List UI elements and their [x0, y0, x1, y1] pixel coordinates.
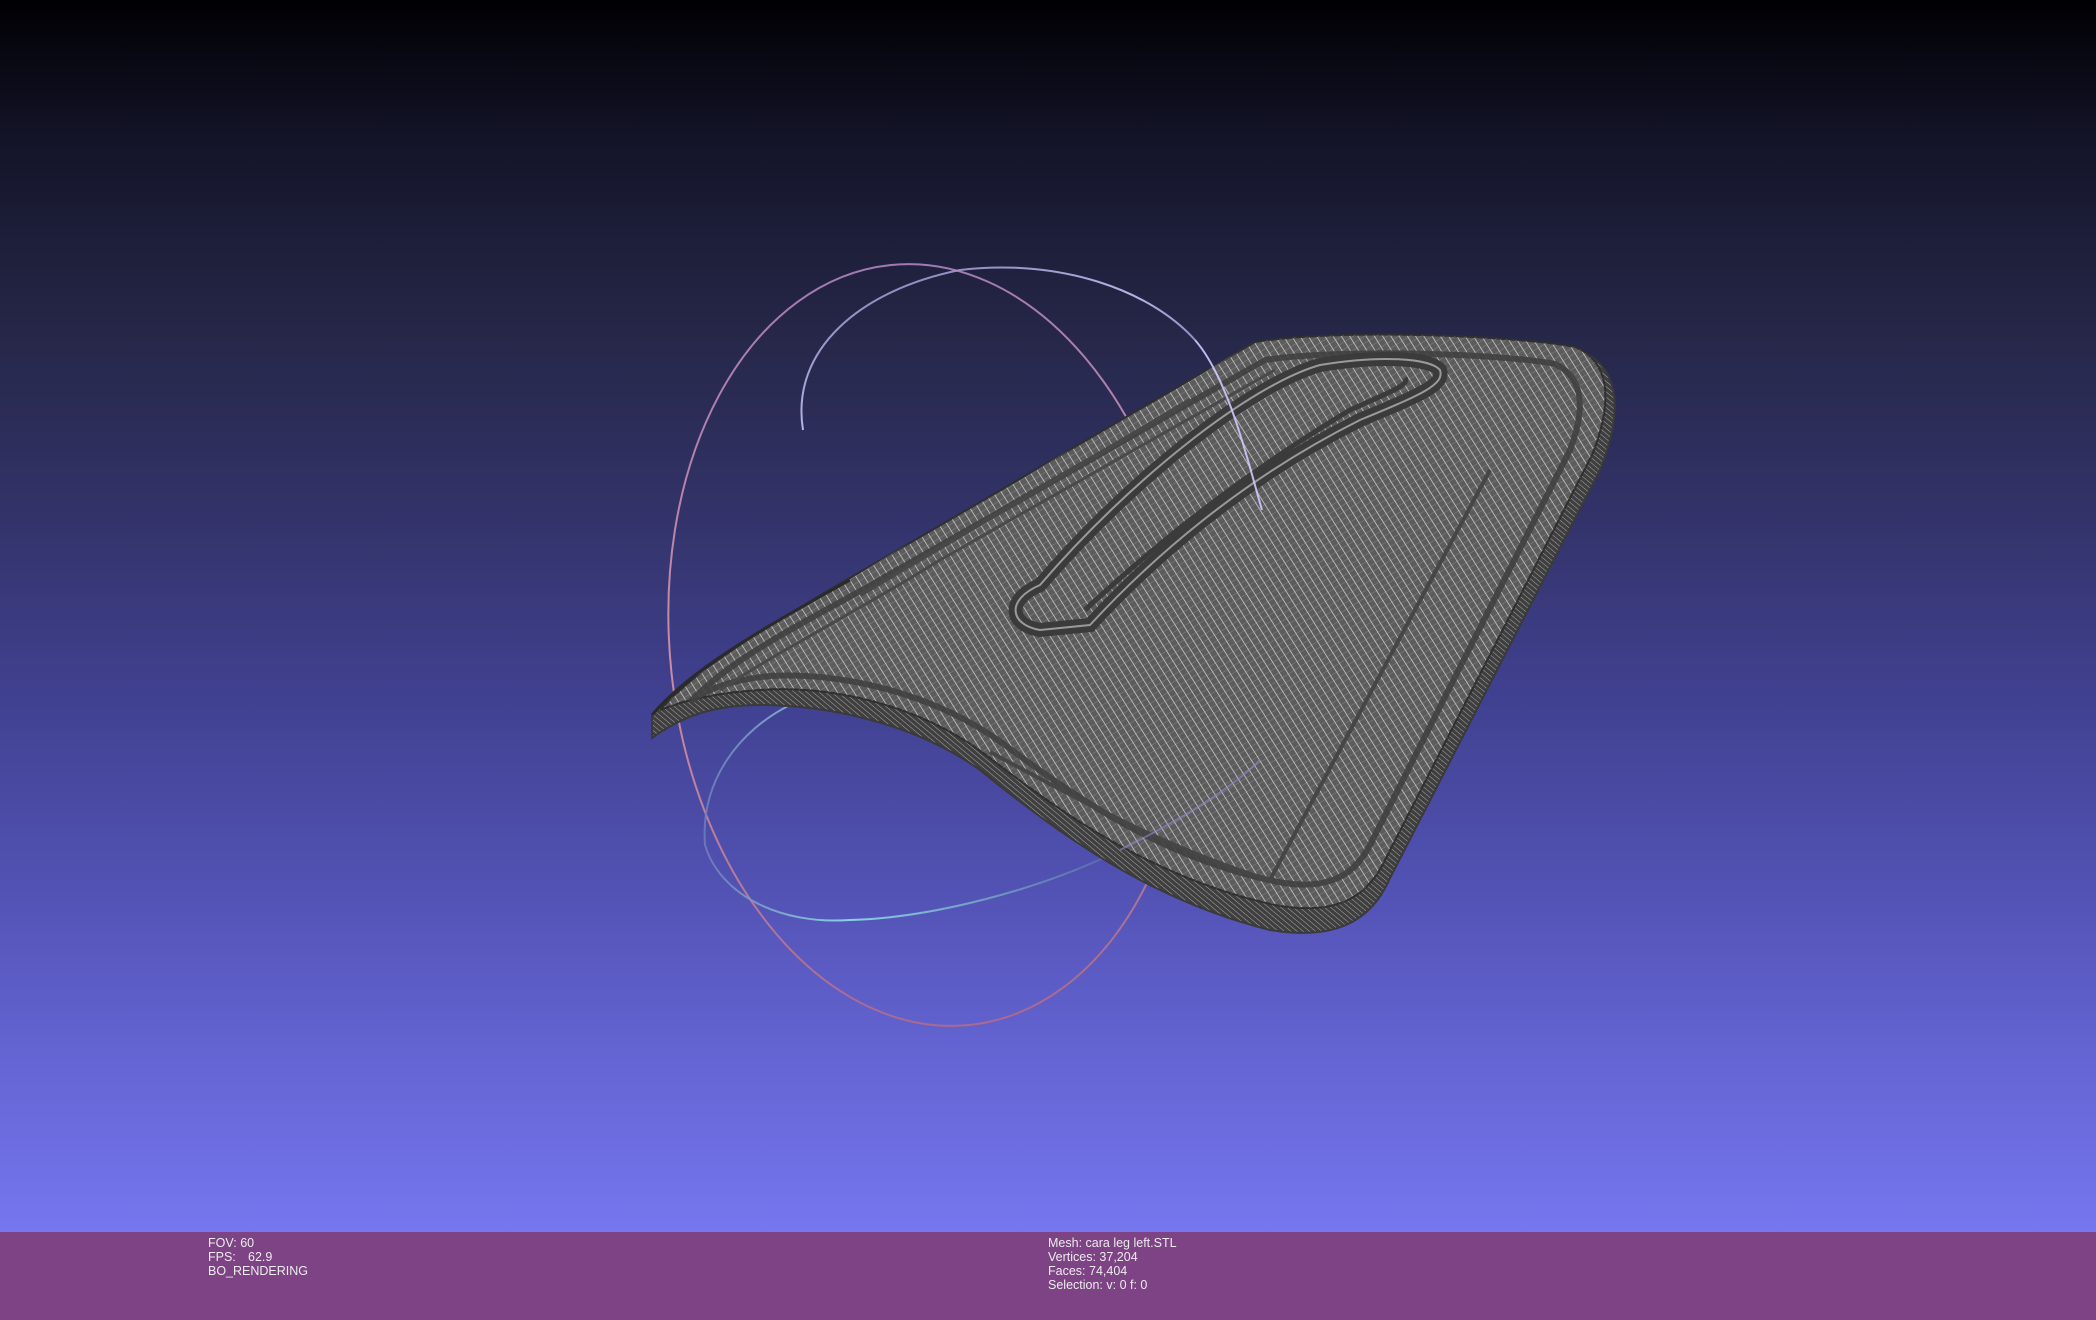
scene-canvas[interactable] [0, 0, 2096, 1232]
mesh-label: Mesh: [1048, 1236, 1083, 1250]
faces-line: Faces: 74,404 [1048, 1264, 1177, 1278]
selection-line: Selection: v: 0 f: 0 [1048, 1278, 1177, 1292]
3d-viewport[interactable] [0, 0, 2096, 1232]
vertices-line: Vertices: 37,204 [1048, 1250, 1177, 1264]
trackball-ring-z-back [800, 266, 1196, 431]
selection-value: v: 0 f: 0 [1106, 1278, 1148, 1292]
fps-value: 62.9 [248, 1250, 273, 1264]
fov-value: 60 [240, 1236, 255, 1250]
info-bar: FOV: 60 FPS: 62.9 BO_RENDERING Mesh: cara… [0, 1232, 2096, 1320]
meshlab-window: FOV: 60 FPS: 62.9 BO_RENDERING Mesh: cara… [0, 0, 2096, 1320]
mesh-info: Mesh: cara leg left.STL Vertices: 37,204… [1048, 1236, 1177, 1292]
fov-line: FOV: 60 [208, 1236, 308, 1250]
mesh-name: cara leg left.STL [1085, 1236, 1177, 1250]
fps-line: FPS: 62.9 [208, 1250, 308, 1264]
vertices-value: 37,204 [1099, 1250, 1138, 1264]
mesh-name-line: Mesh: cara leg left.STL [1048, 1236, 1177, 1250]
faces-label: Faces: [1048, 1264, 1086, 1278]
selection-label: Selection: [1048, 1278, 1103, 1292]
vertices-label: Vertices: [1048, 1250, 1096, 1264]
fps-label: FPS: [208, 1250, 236, 1264]
faces-value: 74,404 [1089, 1264, 1128, 1278]
fov-label: FOV: [208, 1236, 237, 1250]
render-mode: BO_RENDERING [208, 1264, 309, 1278]
render-info: FOV: 60 FPS: 62.9 BO_RENDERING [208, 1236, 308, 1278]
